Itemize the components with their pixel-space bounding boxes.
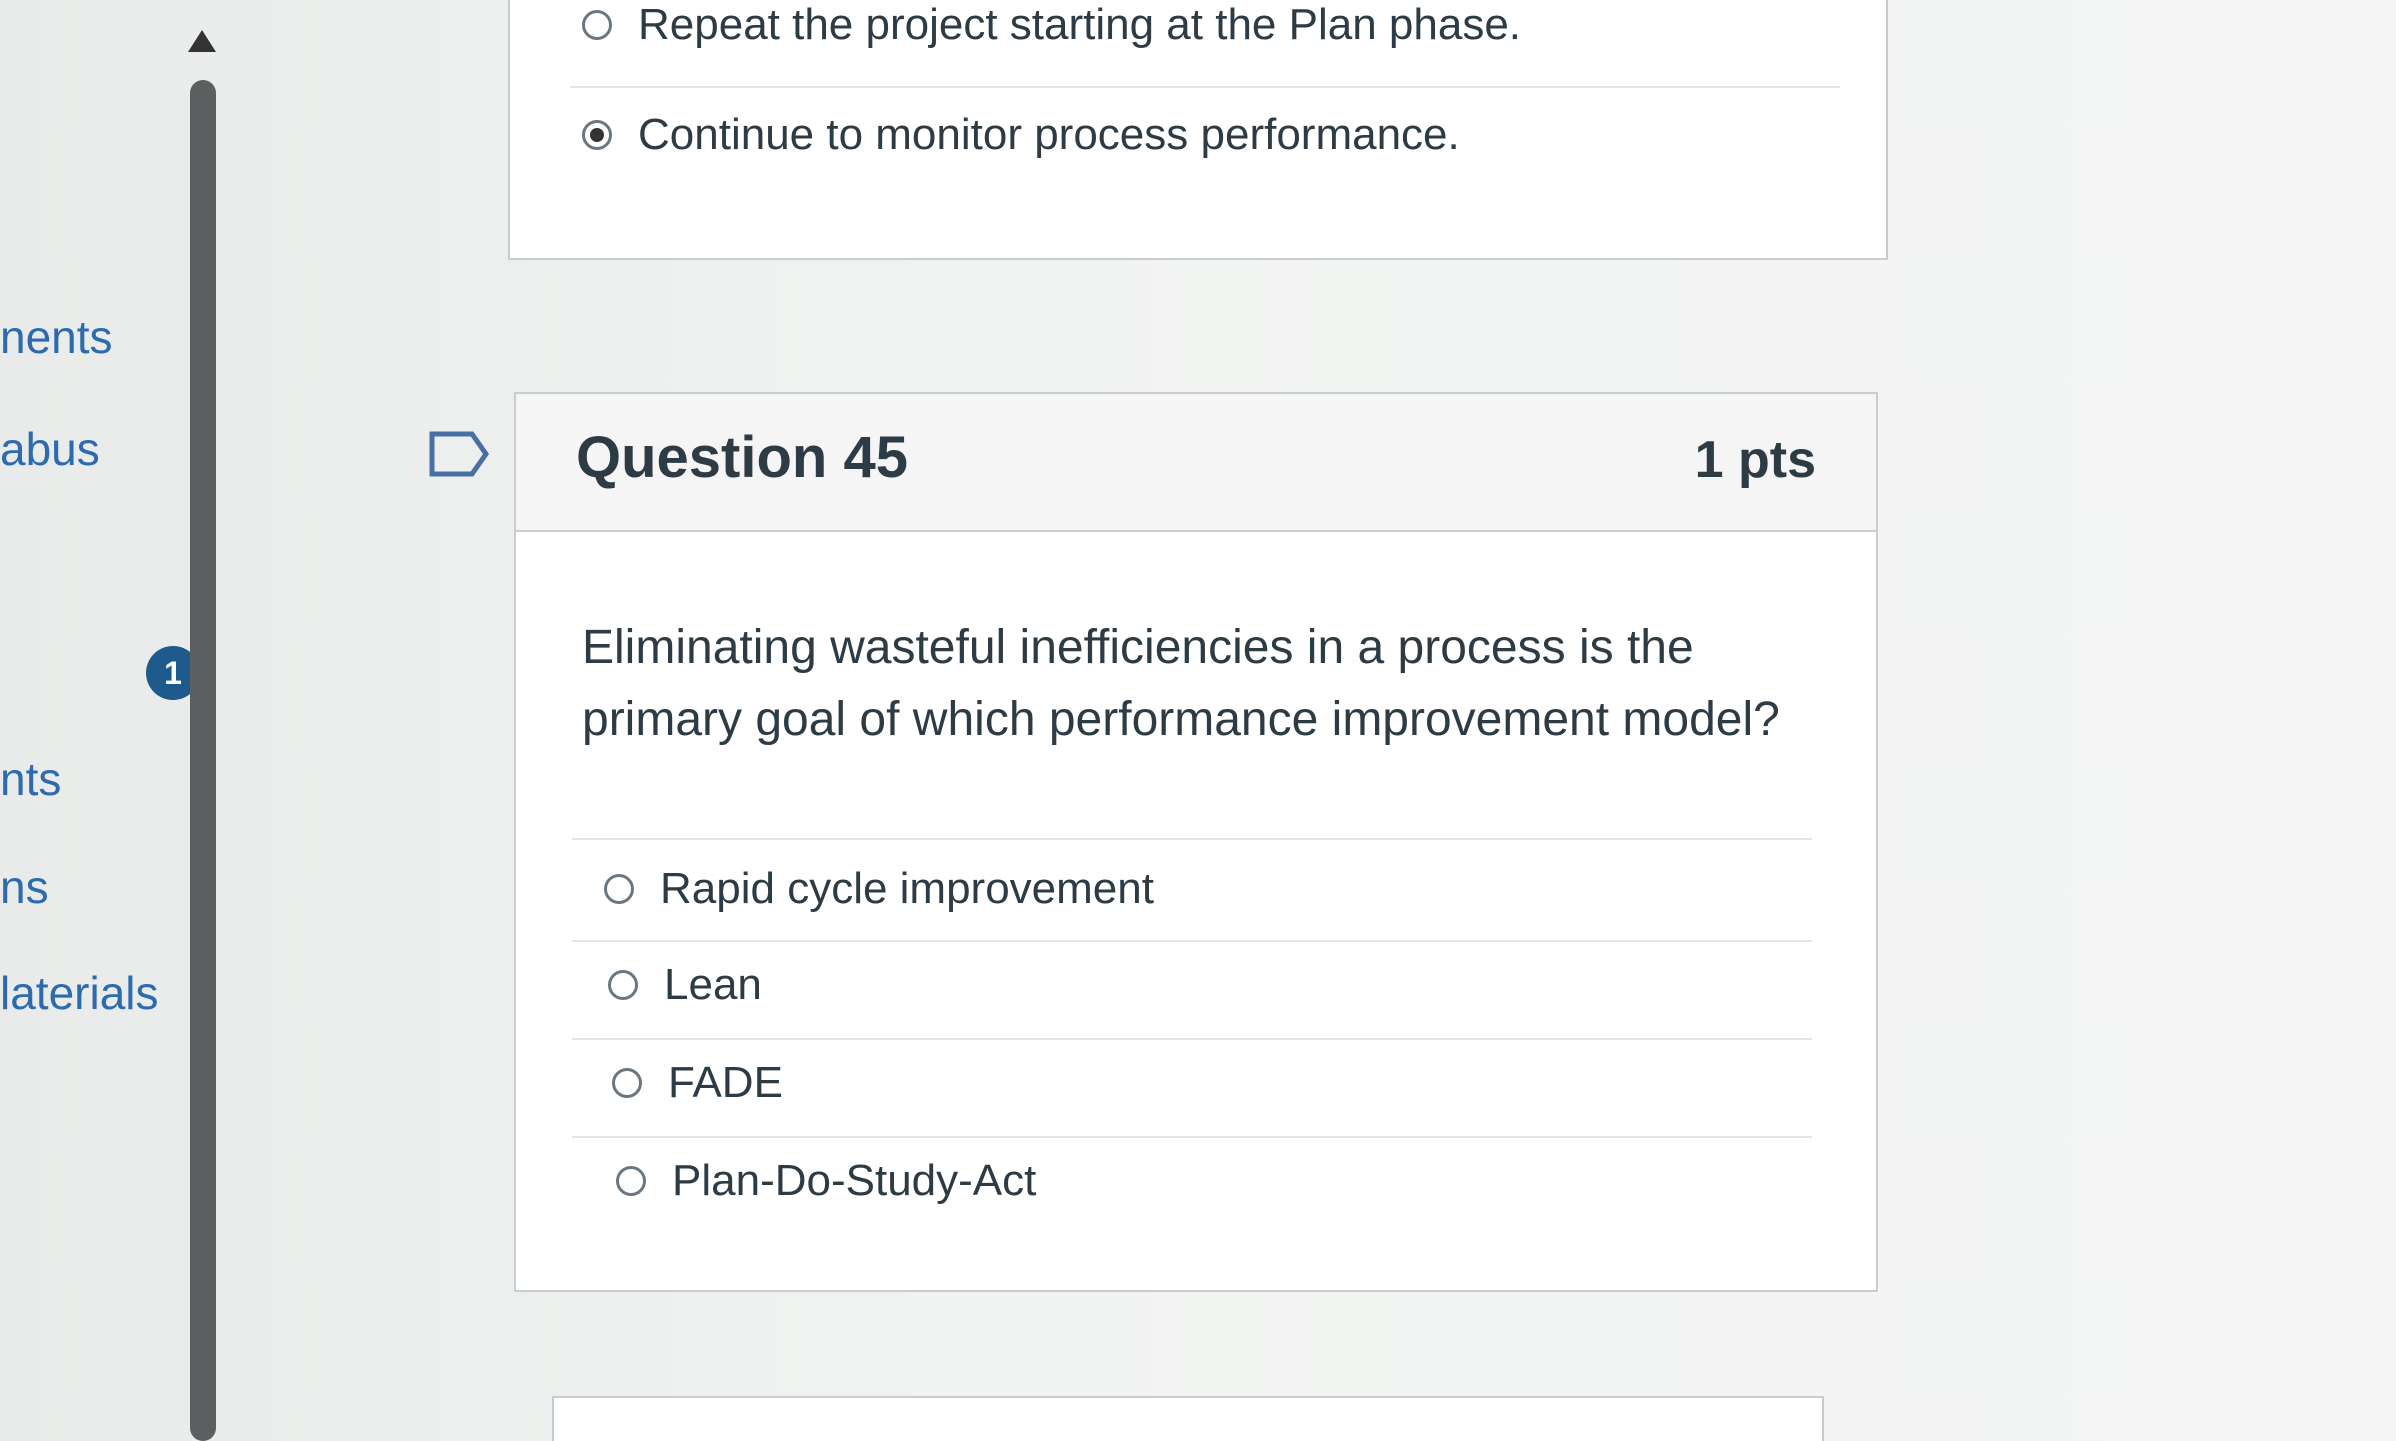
nav-item-syllabus[interactable]: abus <box>0 422 100 476</box>
radio-button-checked[interactable] <box>582 120 612 150</box>
answer-label: Continue to monitor process performance. <box>638 110 1460 159</box>
answer-divider <box>572 1038 1812 1040</box>
next-question-card <box>552 1396 1824 1441</box>
question-card: Question 45 1 pts Eliminating wasteful i… <box>514 392 1878 1292</box>
radio-button[interactable] <box>612 1068 642 1098</box>
answer-option[interactable]: Plan-Do-Study-Act <box>616 1156 1036 1206</box>
answer-divider <box>572 940 1812 942</box>
radio-button[interactable] <box>608 970 638 1000</box>
flag-question-icon[interactable] <box>428 430 490 478</box>
question-points: 1 pts <box>1694 431 1816 489</box>
answer-divider <box>570 86 1840 88</box>
answer-divider <box>572 838 1812 840</box>
nav-item-assignments[interactable]: nents <box>0 310 113 364</box>
answer-option[interactable]: FADE <box>612 1058 783 1108</box>
nav-item-materials[interactable]: laterials <box>0 966 159 1020</box>
quiz-page: nents abus 1 nts ns laterials Repeat the… <box>0 0 2396 1441</box>
answer-label: Rapid cycle improvement <box>660 864 1154 913</box>
answer-label: FADE <box>668 1058 783 1107</box>
nav-item-discussions[interactable]: ns <box>0 860 49 914</box>
radio-button[interactable] <box>604 874 634 904</box>
previous-question-card: Repeat the project starting at the Plan … <box>508 0 1888 260</box>
answer-divider <box>572 1136 1812 1138</box>
question-header: Question 45 1 pts <box>516 394 1876 532</box>
answer-option-selected[interactable]: Continue to monitor process performance. <box>582 110 1460 160</box>
answer-option[interactable]: Repeat the project starting at the Plan … <box>582 0 1521 50</box>
radio-button[interactable] <box>616 1166 646 1196</box>
question-text: Eliminating wasteful inefficiencies in a… <box>582 621 1780 746</box>
answer-label: Lean <box>664 960 762 1009</box>
answer-label: Plan-Do-Study-Act <box>672 1156 1037 1205</box>
answer-option[interactable]: Lean <box>608 960 762 1010</box>
answer-option[interactable]: Rapid cycle improvement <box>604 864 1154 914</box>
nav-item-students[interactable]: nts <box>0 752 61 806</box>
scrollbar-thumb[interactable] <box>190 80 216 1441</box>
answer-label: Repeat the project starting at the Plan … <box>638 0 1522 49</box>
radio-button[interactable] <box>582 10 612 40</box>
question-title: Question 45 <box>576 425 908 490</box>
scroll-up-arrow-icon[interactable] <box>188 30 216 52</box>
